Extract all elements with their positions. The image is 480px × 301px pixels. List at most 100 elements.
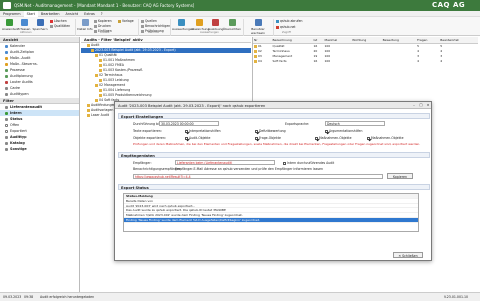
folder-icon	[95, 98, 98, 102]
interpretationshilfen-checkbox[interactable]: Interpretationshilfen	[185, 129, 221, 133]
status-bar: 09.03.2023 09:38 Audit erfolgreich herun…	[0, 292, 480, 301]
argumentationshilfen-checkbox[interactable]: Argumentationshilfen	[325, 129, 362, 133]
qshub-url-field[interactable]: https://www.qshub.net/Result?l=4-4	[133, 174, 383, 179]
texte-label: Texte exportieren:	[133, 129, 162, 133]
folder-icon	[99, 58, 102, 62]
empfaenger-select[interactable]: Lieferanten beim (Lieferantenaudit)	[175, 160, 275, 165]
export-warning-text: Prüfungen und deren Maßnahmen, die bei d…	[133, 142, 421, 146]
folder-icon	[99, 93, 102, 97]
type-icon	[5, 92, 8, 96]
status-time: 09:38	[24, 295, 34, 299]
loeschen-button[interactable]: Löschen	[50, 19, 67, 23]
section-empfaengerdaten: Empfängerdaten	[118, 152, 430, 158]
close-icon[interactable]: ×	[425, 103, 431, 108]
quellen-button[interactable]: Quellen	[141, 19, 157, 23]
warning-icon	[195, 19, 203, 26]
qshub-net-button[interactable]: qshub.net	[276, 25, 296, 29]
dialog-title-bar: Audit '2023-003 Beispiel Audit (akt. 29.…	[115, 102, 431, 109]
folder-icon	[5, 86, 8, 90]
nav-item-audittypen[interactable]: Audittypen	[0, 91, 79, 97]
exportsprache-label: Exportsprache:	[285, 122, 310, 126]
filter-sonstige[interactable]: Sonstige	[0, 146, 79, 152]
benutzer-wechseln-button[interactable]: Benutzer wechseln	[245, 19, 271, 35]
chart-icon	[177, 19, 185, 26]
app-logo-icon	[3, 2, 11, 9]
detail-info-button[interactable]: Detail Info	[77, 19, 93, 31]
audit-icon	[5, 80, 8, 84]
maximize-icon[interactable]: □	[418, 103, 424, 108]
chevron-right-icon	[5, 135, 8, 139]
table-cell: 100	[324, 59, 331, 63]
save-icon	[36, 19, 44, 26]
kopieren-button[interactable]: Kopieren	[387, 173, 413, 179]
folder-icon	[99, 63, 102, 67]
qualitaeten-button[interactable]: Qualitäten	[50, 24, 70, 28]
user-switch-icon	[254, 19, 262, 26]
durchfuehrung-date-field[interactable]: 30.03.2023 00:00:00	[159, 121, 219, 126]
folder-icon	[87, 43, 90, 47]
table-row[interactable]: 04 Soft facts 16 100 4 4	[253, 59, 478, 64]
window-title: QSM.Net - Auditmanagement - [Mandant Man…	[14, 3, 195, 8]
anwenden-button[interactable]: Anwenden	[2, 19, 18, 31]
check-icon	[5, 111, 8, 115]
abweichung-button[interactable]: Abweichung	[191, 19, 209, 31]
qshub-abrufen-button[interactable]: qshub abrufen	[276, 19, 303, 23]
folder-icon	[254, 54, 257, 58]
defizitbewertung-checkbox[interactable]: Defizitbewertung	[255, 129, 286, 133]
status-list: Status-Meldung Bereits Daten von Audit '20…	[123, 193, 419, 232]
table-cell: 04	[253, 59, 271, 64]
speichern-button[interactable]: Speichern	[32, 19, 48, 31]
durchfuehrung-label: Durchführung bis:	[133, 122, 162, 126]
status-list-item[interactable]: Finding 'Neues Finding' wurde dem Elemen…	[124, 217, 418, 223]
folder-icon	[87, 108, 90, 112]
table-cell	[351, 59, 381, 64]
measure-icon	[5, 62, 8, 66]
measure-icon	[5, 56, 8, 60]
folder-icon	[254, 44, 257, 48]
audit-objekte-checkbox[interactable]: Audit-Objekte	[185, 136, 210, 140]
auswertungen-button[interactable]: Auswertungen	[172, 19, 194, 31]
kopieren-button[interactable]: Kopieren	[94, 19, 112, 23]
group-aktionen: Aktionen	[20, 31, 32, 34]
table-cell: 4	[417, 59, 420, 63]
benachrichtigung-label: Benachrichtigungsempfänger:	[133, 167, 182, 171]
status-date: 09.03.2023	[3, 295, 22, 299]
status-version: V.23.01.001.10	[444, 295, 469, 299]
folder-icon	[99, 68, 102, 72]
uebersichten-button[interactable]: Übersichten	[223, 19, 241, 31]
group-ansicht: Ansicht	[100, 31, 110, 34]
group-auswertungen: Auswertungen	[200, 31, 219, 34]
massnahmen-objekte-checkbox[interactable]: Maßnahmen-Objekte	[315, 136, 351, 140]
folder-icon	[87, 103, 90, 107]
check-icon	[5, 19, 13, 26]
table-cell: 16	[313, 59, 318, 63]
massnahmen-objekte-2-checkbox[interactable]: Maßnahmen-Objekte	[367, 136, 403, 140]
minimize-icon[interactable]: –	[411, 103, 417, 108]
erfassen-button[interactable]: Erfassen	[17, 19, 31, 31]
schliessen-button[interactable]: ✕ Schließen	[393, 252, 423, 258]
detail-icon	[81, 19, 89, 26]
schedule-icon	[5, 50, 8, 54]
process-icon	[5, 68, 8, 72]
dialog-title: Audit '2023-003 Beispiel Audit (akt. 29.…	[118, 103, 266, 108]
table-cell: Soft facts	[272, 59, 287, 63]
frage-objekte-checkbox[interactable]: Frage-Objekte	[255, 136, 281, 140]
benachrichtigen-button[interactable]: Benachrichtigen	[141, 24, 170, 28]
chevron-right-icon	[5, 141, 8, 145]
folder-icon	[99, 88, 102, 92]
plan-icon	[5, 74, 8, 78]
vorlage-button[interactable]: Vorlage	[118, 19, 134, 23]
plus-icon	[20, 19, 28, 26]
benachrichtigung-text: Empfänger-E-Mail Adresse an qshub versen…	[175, 167, 323, 171]
folder-icon	[95, 53, 98, 57]
ausloesung-button[interactable]: Auslösung	[208, 19, 223, 31]
folder-icon	[254, 59, 257, 63]
drucken-button[interactable]: Drucken	[94, 24, 111, 28]
section-export-einstellungen: Export Einstellungen	[118, 113, 430, 119]
intern-audit-checkbox[interactable]: Intern durchzuführendes Audit	[283, 161, 334, 165]
export-dialog: Audit '2023-003 Beispiel Audit (akt. 29.…	[114, 101, 432, 261]
exportsprache-select[interactable]: Deutsch	[325, 121, 385, 126]
section-export-status: Export Status	[118, 184, 430, 190]
flag-icon	[211, 19, 219, 26]
chevron-right-icon	[5, 147, 8, 151]
